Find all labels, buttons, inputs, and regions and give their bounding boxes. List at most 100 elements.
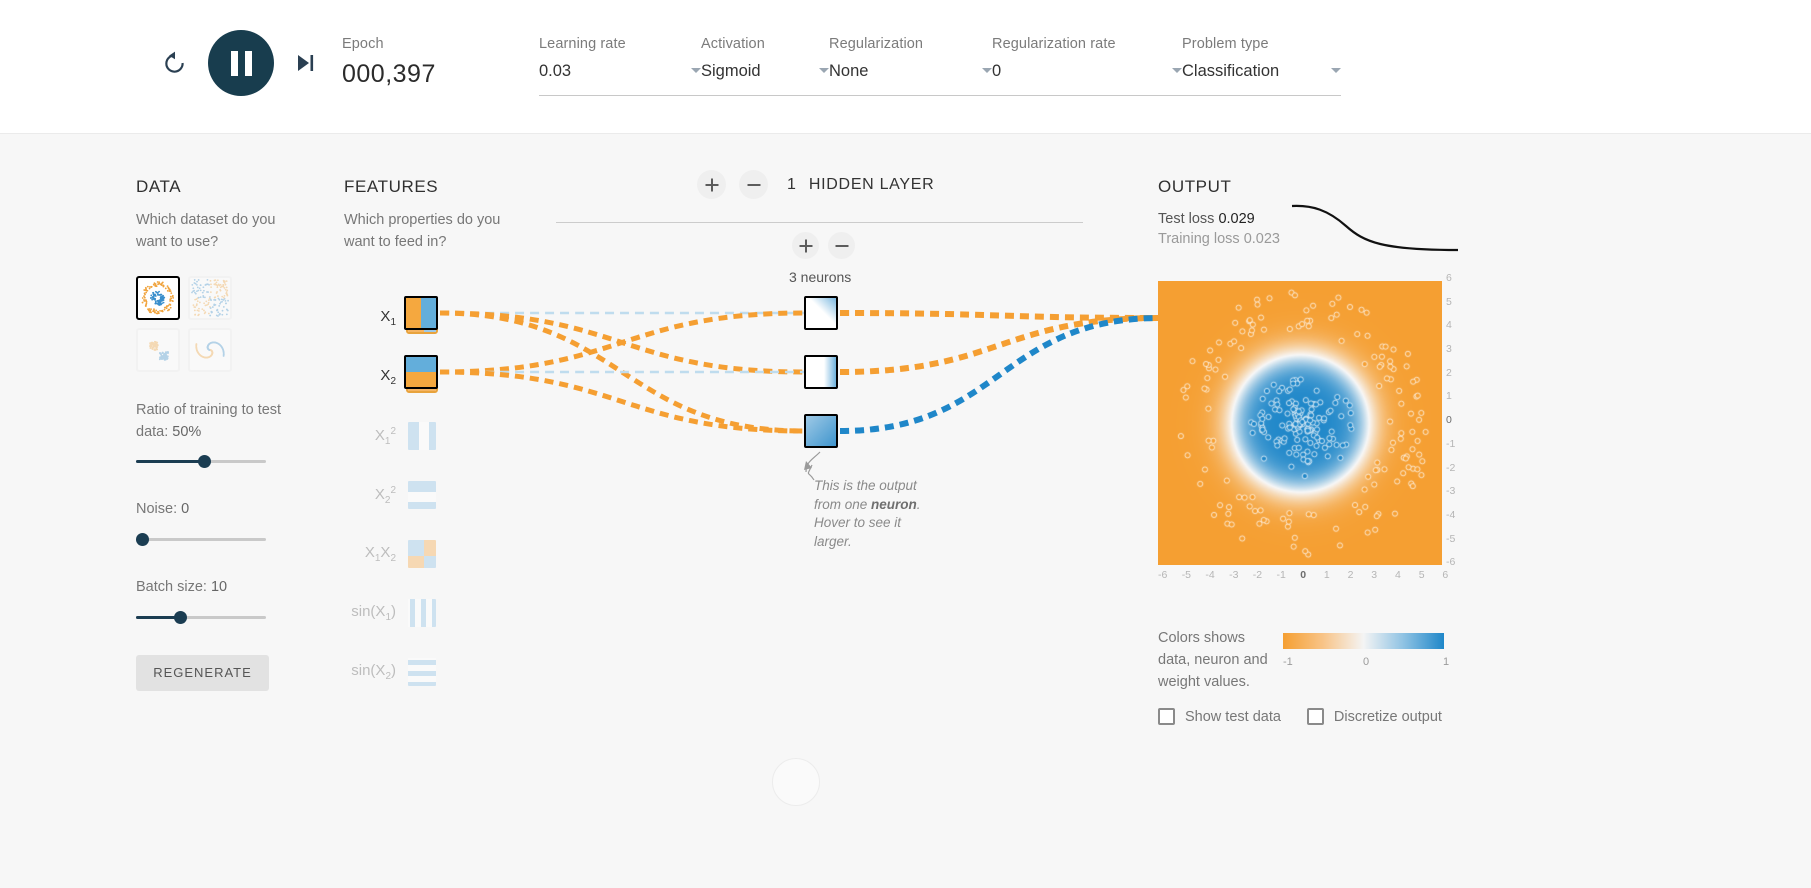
noise-slider-track [136,538,266,542]
checkbox-show-test-data[interactable]: Show test data [1158,708,1281,725]
x-tick: 6 [1442,569,1449,581]
dataset-circle[interactable] [136,275,180,320]
select-value: Sigmoid [701,62,761,80]
input-node-x1[interactable] [404,296,438,330]
remove-neuron-button[interactable] [828,232,855,259]
ratio-slider-knob[interactable] [198,455,211,469]
chevron-down-icon [819,68,829,73]
reset-icon [165,51,184,73]
hidden-layer-controls: 1 HIDDEN LAYER [697,170,934,199]
output-panel: OUTPUT Test loss 0.029 Training loss 0.0… [1158,177,1280,247]
neuron-tooltip: This is the output from one neuron. Hove… [814,477,934,552]
network-link [839,310,1161,321]
hidden-node-3[interactable] [804,414,838,448]
y-tick: -1 [1446,437,1456,450]
y-tick: -4 [1446,508,1456,521]
output-heatmap-canvas[interactable] [1158,281,1442,565]
x-tick: -2 [1252,569,1263,581]
y-tick: 1 [1446,390,1452,403]
select-regularization-rate: Regularization rate 0 [992,36,1182,96]
x-tick: 4 [1395,569,1401,581]
dataset-gaussian[interactable] [136,327,180,372]
noise-slider[interactable] [136,533,266,547]
regenerate-button[interactable]: REGENERATE [136,654,269,691]
hidden-node-1[interactable] [804,296,838,330]
noise-value: 0 [181,501,190,518]
play-pause-button[interactable] [208,30,274,96]
x-tick: 5 [1418,569,1425,581]
y-tick: 0 [1446,414,1452,427]
remove-layer-button[interactable] [739,170,768,199]
feature-sinX2[interactable]: sin(X2) [344,656,438,688]
legend-description: Colors shows data, neuron and weight val… [1158,630,1268,690]
feature-thumbnail[interactable] [406,479,438,511]
checkbox-box[interactable] [1158,708,1175,725]
select-control[interactable]: 0.03 [539,63,701,96]
dataset-spiral[interactable] [188,327,232,372]
dataset-grid [136,275,286,372]
bottom-fab[interactable] [772,758,820,806]
input-node-x2[interactable] [404,355,438,389]
loss-curve-chart [1291,204,1459,252]
output-heatmap[interactable] [1158,281,1442,565]
feature-X2sq[interactable]: X22 [344,479,438,511]
select-value: Classification [1182,62,1280,80]
data-panel-title: DATA [136,177,182,196]
neuron-count-label: 3 neurons [789,269,852,285]
y-tick: 5 [1446,295,1452,308]
select-control[interactable]: Classification [1182,63,1341,96]
batch-slider[interactable] [136,610,266,625]
feature-thumbnail[interactable] [406,656,438,688]
feature-X1sq[interactable]: X12 [344,420,438,452]
heatmap-y-axis: 6 5 4 3 2 1 0 -1 -2 -3 -4 -5 -6 [1446,272,1470,580]
batch-label: Batch size: 10 [136,577,286,599]
x-tick: -6 [1158,569,1168,581]
hidden-node-2-thumb [806,357,836,387]
feature-thumbnail[interactable] [406,597,438,629]
hidden-node-2[interactable] [804,355,838,389]
epoch-value: 000,397 [342,60,436,88]
ratio-label-text: Ratio of training to test data: [136,401,282,440]
feature-thumbnail[interactable] [406,420,438,452]
data-panel: DATA Which dataset do you want to use? R… [136,177,286,691]
select-label: Activation [701,36,765,52]
feature-label: X1X2 [364,544,396,564]
select-control[interactable]: 0 [992,63,1182,96]
training-loss-value: 0.023 [1243,231,1280,247]
tooltip-bold: neuron [871,496,917,512]
add-neuron-button[interactable] [792,232,819,259]
noise-slider-knob[interactable] [136,533,149,547]
feature-label: sin(X1) [351,603,396,623]
neuron-controls [792,232,855,259]
reset-button[interactable] [160,48,190,78]
batch-value: 10 [210,579,228,596]
add-layer-button[interactable] [697,170,726,199]
dataset-exclusive-or[interactable] [188,275,232,320]
batch-label-text: Batch size: [136,579,207,596]
x-tick: 1 [1323,569,1330,581]
select-control[interactable]: Sigmoid [701,63,829,96]
select-label: Regularization rate [992,36,1116,52]
x-tick: -5 [1181,569,1192,581]
checkbox-discretize-output[interactable]: Discretize output [1306,708,1442,725]
features-panel-subtitle: Which properties do you want to feed in? [344,212,501,251]
select-learning-rate: Learning rate 0.03 [539,36,701,96]
feature-sinX1[interactable]: sin(X1) [344,597,438,629]
step-button[interactable] [292,50,318,76]
y-tick: 3 [1446,343,1452,356]
feature-thumbnail[interactable] [406,538,438,570]
batch-slider-knob[interactable] [174,610,187,624]
hidden-node-1-thumb [806,298,836,328]
network-link [439,310,805,434]
hidden-node-3-thumb [806,416,836,446]
select-control[interactable]: None [829,63,992,96]
checkbox-box[interactable] [1306,708,1324,725]
noise-label: Noise: 0 [136,499,286,521]
feature-X1X2[interactable]: X1X2 [344,538,438,570]
x-tick: -4 [1205,569,1215,581]
ratio-slider[interactable] [136,455,266,469]
feature-label: X1 [380,308,396,328]
network-link [839,315,1161,375]
epoch-display: Epoch 000,397 [342,36,436,89]
noise-label-text: Noise: [136,501,178,518]
